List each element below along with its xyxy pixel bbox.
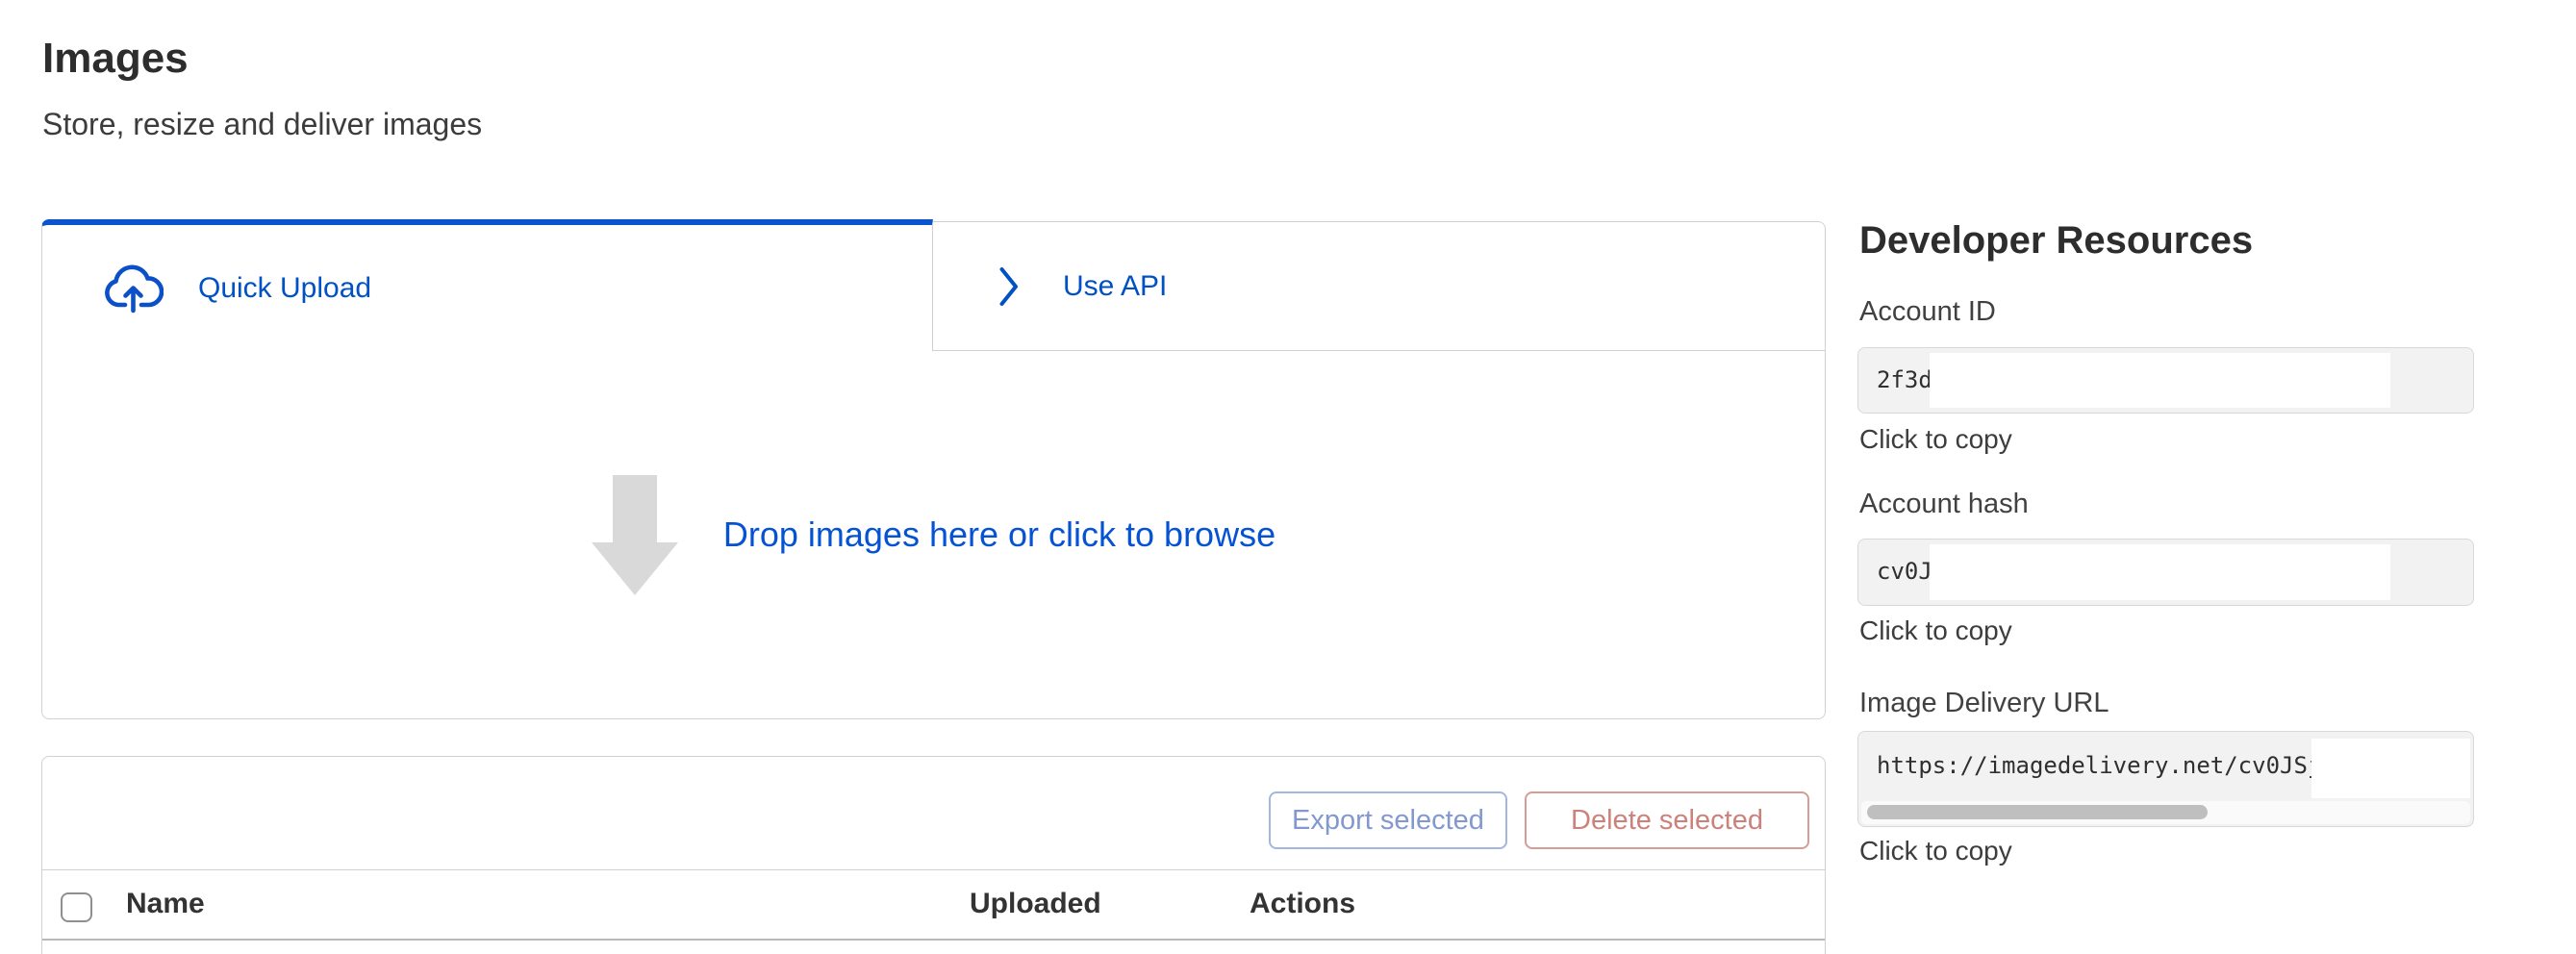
- column-header-actions: Actions: [1250, 870, 1355, 937]
- account-hash-field[interactable]: cv0J: [1857, 539, 2474, 606]
- delete-selected-button[interactable]: Delete selected: [1525, 791, 1809, 849]
- tab-use-api-label: Use API: [1063, 270, 1167, 303]
- column-header-name: Name: [126, 870, 205, 937]
- scrollbar-thumb[interactable]: [1867, 805, 2208, 819]
- tab-quick-upload[interactable]: Quick Upload: [41, 219, 933, 351]
- images-list-panel: Export selected Delete selected Name Upl…: [41, 756, 1826, 954]
- account-id-copy-hint: Click to copy: [1859, 423, 2012, 456]
- redaction-overlay: [2311, 739, 2470, 798]
- redaction-overlay: [1930, 544, 2390, 600]
- developer-resources-title: Developer Resources: [1859, 217, 2253, 264]
- image-delivery-url-value: https://imagedelivery.net/cv0JSj: [1877, 751, 2321, 780]
- page-subtitle: Store, resize and deliver images: [42, 104, 482, 144]
- account-hash-label: Account hash: [1859, 487, 2029, 521]
- tab-use-api[interactable]: Use API: [933, 221, 1826, 351]
- tab-quick-upload-label: Quick Upload: [198, 272, 371, 305]
- account-id-value: 2f3d: [1877, 348, 1932, 413]
- chevron-right-icon: [998, 266, 1021, 307]
- upload-dropzone[interactable]: Drop images here or click to browse: [41, 351, 1826, 719]
- account-hash-copy-hint: Click to copy: [1859, 615, 2012, 647]
- redaction-overlay: [1930, 353, 2390, 408]
- account-id-field[interactable]: 2f3d: [1857, 347, 2474, 414]
- image-delivery-url-copy-hint: Click to copy: [1859, 835, 2012, 867]
- arrow-down-icon: [592, 475, 678, 595]
- dropzone-label: Drop images here or click to browse: [723, 515, 1275, 555]
- account-hash-value: cv0J: [1877, 540, 1932, 604]
- images-table-header: Name Uploaded Actions: [42, 870, 1825, 941]
- image-delivery-url-label: Image Delivery URL: [1859, 686, 2109, 720]
- column-header-uploaded: Uploaded: [970, 870, 1101, 937]
- image-delivery-url-field[interactable]: https://imagedelivery.net/cv0JSj: [1857, 731, 2474, 827]
- export-selected-button[interactable]: Export selected: [1269, 791, 1507, 849]
- select-all-checkbox[interactable]: [61, 892, 92, 922]
- account-id-label: Account ID: [1859, 294, 1996, 329]
- cloud-upload-icon: [102, 262, 164, 315]
- page-title: Images: [42, 33, 189, 85]
- bulk-actions-row: Export selected Delete selected: [42, 757, 1825, 870]
- developer-resources-panel: Developer Resources Account ID 2f3d Clic…: [1857, 0, 2474, 954]
